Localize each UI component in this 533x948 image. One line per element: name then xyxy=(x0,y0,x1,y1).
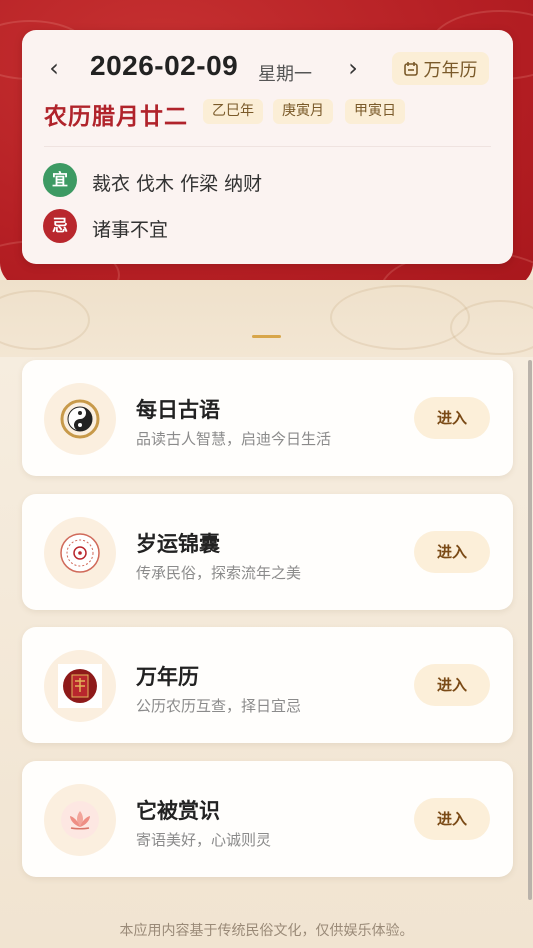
weekday-label: 星期一 xyxy=(258,64,312,85)
almanac-book-icon xyxy=(44,650,116,722)
feature-subtitle: 公历农历互查，择日宜忌 xyxy=(136,697,302,715)
yi-badge: 宜 xyxy=(43,163,77,197)
feature-card-appreciated[interactable]: 它被赏识 寄语美好，心诚则灵 进入 xyxy=(22,761,513,877)
yin-yang-icon xyxy=(44,383,116,455)
lotus-icon xyxy=(44,784,116,856)
enter-button[interactable]: 进入 xyxy=(414,397,490,439)
ganzhi-year-tag: 乙巳年 xyxy=(203,99,263,124)
calendar-chip-button[interactable]: 万年历 xyxy=(392,52,489,85)
feature-card-daily-quote[interactable]: 每日古语 品读古人智慧，启迪今日生活 进入 xyxy=(22,360,513,476)
feature-title: 岁运锦囊 xyxy=(136,532,220,556)
feature-title: 每日古语 xyxy=(136,398,220,422)
yi-activities: 裁衣 伐木 作梁 纳财 xyxy=(92,173,263,195)
ganzhi-day-tag: 甲寅日 xyxy=(345,99,405,124)
ji-badge: 忌 xyxy=(43,209,77,243)
disclaimer-footer: 本应用内容基于传统民俗文化，仅供娱乐体验。 xyxy=(119,923,414,939)
sheet-drag-handle[interactable] xyxy=(252,335,281,338)
enter-button[interactable]: 进入 xyxy=(414,664,490,706)
solar-date: 2026-02-09 xyxy=(90,50,239,81)
feature-subtitle: 传承民俗，探索流年之美 xyxy=(136,564,302,582)
decorative-cloud-band xyxy=(0,280,533,358)
card-divider xyxy=(44,146,491,147)
feature-card-fortune-tips[interactable]: 岁运锦囊 传承民俗，探索流年之美 进入 xyxy=(22,494,513,610)
feature-subtitle: 寄语美好，心诚则灵 xyxy=(136,831,272,849)
bagua-compass-icon xyxy=(44,517,116,589)
feature-title: 它被赏识 xyxy=(136,799,220,823)
enter-button[interactable]: 进入 xyxy=(414,531,490,573)
calendar-chip-label: 万年历 xyxy=(423,59,478,81)
lunar-date: 农历腊月廿二 xyxy=(44,104,188,130)
next-day-button[interactable]: › xyxy=(343,54,363,82)
feature-card-perpetual-calendar[interactable]: 万年历 公历农历互查，择日宜忌 进入 xyxy=(22,627,513,743)
ganzhi-month-tag: 庚寅月 xyxy=(273,99,333,124)
ji-activities: 诸事不宜 xyxy=(92,219,169,241)
feature-title: 万年历 xyxy=(136,665,199,689)
enter-button[interactable]: 进入 xyxy=(414,798,490,840)
previous-day-button[interactable]: ‹ xyxy=(44,54,64,82)
calendar-icon xyxy=(403,61,418,76)
feature-subtitle: 品读古人智慧，启迪今日生活 xyxy=(136,430,332,448)
scrollbar[interactable] xyxy=(528,360,532,900)
